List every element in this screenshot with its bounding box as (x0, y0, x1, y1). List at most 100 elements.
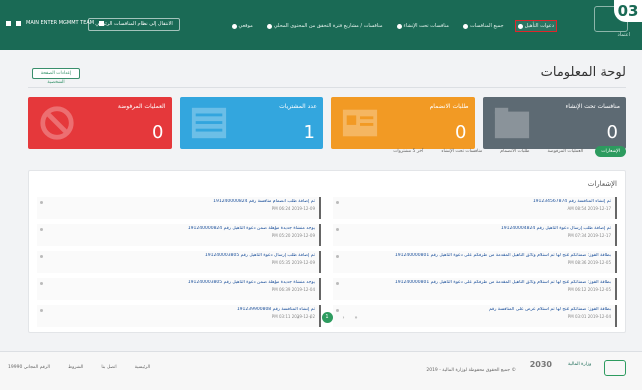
pagination: « ‹ 1 › » (29, 312, 625, 323)
notification-title[interactable]: تم إنشاء المنافسة رقم 191234567874 (337, 199, 611, 204)
pager-current[interactable]: 1 (321, 312, 333, 323)
list-item[interactable]: يوجد منشأة جديدة مؤهلة ضمن دعوة التأهيل … (37, 278, 321, 300)
ministry-logo (604, 360, 626, 376)
nav-label: منافسات تحت الإنشاء (403, 23, 449, 29)
footer-links: الرقم المجاني 19990 الشروط اتصل بنا الرئ… (8, 365, 150, 370)
user-menu[interactable]: MAIN ENTER MGMMT TEAM (6, 20, 105, 26)
list-item[interactable]: بطاقة الفوز: ضمناتكم مُنح لها تم استلام … (333, 278, 617, 300)
list-item[interactable]: تم إضافة طلب إرسال دعوة التأهيل رقم 1912… (333, 224, 617, 246)
notification-date: 2019-12-09 05:35 PM (271, 260, 315, 265)
notification-title[interactable]: بطاقة الفوز: ضمناتكم مُنح لها تم استلام … (337, 253, 611, 258)
card-purchases[interactable]: عدد المشتريات 1 (179, 97, 323, 149)
bell-icon (336, 282, 339, 285)
tab-rejected[interactable]: العمليات المرفوضة (542, 146, 590, 157)
card-label: العمليات المرفوضة (117, 103, 166, 110)
notifications-panel: الإشعارات تم إنشاء المنافسة رقم 19123456… (28, 170, 626, 333)
filter-tabs: الإشعارات العمليات المرفوضة طلبات الانضم… (387, 146, 626, 157)
draft-icon (396, 23, 402, 29)
tab-draft-tenders[interactable]: منافسات تحت الإنشاء (435, 146, 488, 157)
card-value: 0 (152, 122, 164, 143)
notification-date: 2019-12-05 08:36 PM (567, 260, 611, 265)
bell-icon[interactable] (16, 20, 21, 26)
bell-icon (40, 282, 43, 285)
profile-settings-button[interactable]: إعدادات الصفحة الشخصية (32, 68, 80, 85)
bell-icon (336, 201, 339, 204)
card-value: 0 (606, 122, 618, 143)
list-icon (191, 107, 226, 139)
nav-item-all-tenders[interactable]: جميع المنافسات (461, 21, 506, 31)
bell-icon (40, 201, 43, 204)
notification-title[interactable]: بطاقة الفوز: ضمناتكم مُنح لها تم استلام … (337, 280, 611, 285)
vision-2030-logo: 2030 (529, 360, 552, 369)
notification-title[interactable]: يوجد منشأة جديدة مؤهلة ضمن دعوة التأهيل … (41, 226, 315, 231)
bell-icon (40, 255, 43, 258)
ban-icon (40, 106, 74, 140)
bell-icon (336, 228, 339, 231)
card-label: طلبات الانضمام (429, 103, 469, 110)
notification-date: 2019-12-04 06:39 PM (271, 287, 315, 292)
notification-title[interactable]: يوجد منشأة جديدة مؤهلة ضمن دعوة التأهيل … (41, 280, 315, 285)
notification-date: 2019-12-05 06:12 PM (567, 287, 611, 292)
pager-next[interactable]: › (343, 315, 345, 321)
notification-title[interactable]: تم إضافة طلب انضمام منافسة رقم 191240000… (41, 199, 315, 204)
folder-icon (494, 107, 529, 139)
notification-date: 2019-12-09 05:20 PM (271, 233, 315, 238)
main-nav: دعوات التأهيل جميع المنافسات منافسات تحت… (230, 20, 558, 32)
nav-label: دعوات التأهيل (524, 23, 554, 29)
list-item[interactable]: تم إضافة طلب إرسال دعوة التأهيل رقم 1912… (37, 251, 321, 273)
bell-icon (40, 228, 43, 231)
footer-link[interactable]: الرقم المجاني 19990 (8, 365, 50, 370)
check-icon (266, 23, 272, 29)
grid-icon[interactable] (6, 20, 11, 26)
nav-label: جميع المنافسات (469, 23, 504, 29)
panel-title: الإشعارات (587, 180, 617, 188)
card-draft-tenders[interactable]: منافسات تحت الإنشاء 0 (482, 97, 626, 149)
card-label: منافسات تحت الإنشاء (565, 103, 620, 110)
notification-date: 2019-12-17 08:54 AM (567, 206, 611, 211)
list-item[interactable]: تم إضافة طلب انضمام منافسة رقم 191240000… (37, 197, 321, 219)
bell-icon (336, 255, 339, 258)
notification-date: 2019-12-09 06:24 PM (271, 206, 315, 211)
nav-label: موقعي (238, 23, 253, 29)
card-label: عدد المشتريات (279, 103, 317, 110)
card-value: 0 (455, 122, 467, 143)
footer-link[interactable]: الرئيسية (135, 365, 151, 370)
card-rejected[interactable]: العمليات المرفوضة 0 (28, 97, 172, 149)
title-divider (28, 87, 626, 88)
id-card-icon (342, 109, 378, 137)
notification-title[interactable]: تم إضافة طلب إرسال دعوة التأهيل رقم 1912… (337, 226, 611, 231)
user-name: MAIN ENTER MGMMT TEAM (26, 20, 95, 26)
site-icon (231, 23, 237, 29)
nav-item-local-content[interactable]: منافسات / مشاريع فترة التحقق من المحتوى … (265, 21, 385, 31)
list-item[interactable]: يوجد منشأة جديدة مؤهلة ضمن دعوة التأهيل … (37, 224, 321, 246)
stat-cards: منافسات تحت الإنشاء 0 طلبات الانضمام 0 ع… (28, 97, 626, 149)
copyright: جميع الحقوق محفوظة لوزارة المالية - 2019… (426, 368, 516, 373)
pager-prev[interactable]: ‹ (310, 315, 312, 321)
pager-last[interactable]: » (355, 315, 358, 321)
nav-label: منافسات / مشاريع فترة التحقق من المحتوى … (273, 23, 383, 29)
nav-item-my-site[interactable]: موقعي (230, 21, 255, 31)
brand-logo-text: اعتماد (617, 32, 630, 38)
step-badge: 03 (614, 0, 642, 22)
footer-link[interactable]: اتصل بنا (101, 365, 116, 370)
card-value: 1 (303, 122, 315, 143)
page-title: لوحة المعلومات (540, 65, 626, 80)
tab-last-purchases[interactable]: آخر 5 مشتروات (387, 146, 429, 157)
footer: وزارة المالية 2030 جميع الحقوق محفوظة لو… (0, 352, 642, 390)
list-icon (462, 23, 468, 29)
pager-first[interactable]: « (296, 315, 299, 321)
notifications-list: تم إنشاء المنافسة رقم 191234567874 2019-1… (37, 197, 617, 327)
ministry-name: وزارة المالية (568, 362, 592, 367)
nav-item-draft-tenders[interactable]: منافسات تحت الإنشاء (395, 21, 451, 31)
nav-item-invitations[interactable]: دعوات التأهيل (514, 20, 558, 32)
tab-notifications[interactable]: الإشعارات (595, 146, 626, 157)
footer-link[interactable]: الشروط (68, 365, 83, 370)
top-navbar: اعتماد دعوات التأهيل جميع المنافسات مناف… (0, 0, 642, 50)
notification-date: 2019-12-17 07:34 PM (567, 233, 611, 238)
user-icon (99, 20, 105, 26)
list-item[interactable]: بطاقة الفوز: ضمناتكم مُنح لها تم استلام … (333, 251, 617, 273)
card-join-requests[interactable]: طلبات الانضمام 0 (331, 97, 475, 149)
tab-join-requests[interactable]: طلبات الانضمام (494, 146, 535, 157)
notification-title[interactable]: تم إضافة طلب إرسال دعوة التأهيل رقم 1912… (41, 253, 315, 258)
list-item[interactable]: تم إنشاء المنافسة رقم 191234567874 2019-1… (333, 197, 617, 219)
